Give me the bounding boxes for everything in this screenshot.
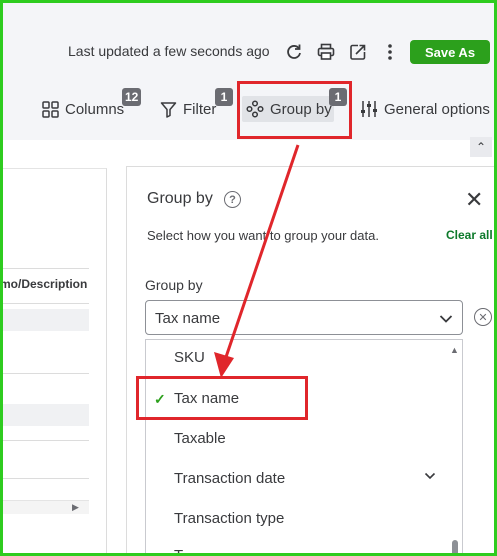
table-divider (3, 268, 89, 269)
panel-title: Group by (147, 190, 213, 207)
table-divider (3, 303, 89, 304)
collapse-chevron-up-icon[interactable]: ⌃ (470, 137, 492, 157)
print-icon[interactable] (315, 41, 337, 63)
table-row (3, 309, 89, 331)
option-partial[interactable]: T (174, 547, 183, 556)
group-by-field-label: Group by (145, 277, 203, 293)
refresh-icon[interactable] (283, 41, 305, 63)
group-by-highlight-box (237, 81, 352, 139)
filter-icon (160, 101, 177, 118)
clear-selection-icon[interactable]: ✕ (474, 308, 492, 326)
option-transaction-date[interactable]: Transaction date (174, 470, 285, 487)
table-divider (3, 440, 89, 441)
clear-all-link[interactable]: Clear all (446, 228, 493, 242)
table-divider (3, 373, 89, 374)
sliders-icon (361, 101, 377, 117)
tax-name-highlight-box (136, 376, 308, 420)
table-column-header[interactable]: mo/Description (0, 277, 90, 291)
grid-icon (42, 100, 59, 118)
export-icon[interactable] (347, 41, 369, 63)
help-icon[interactable]: ? (224, 191, 241, 208)
columns-count-badge: 12 (122, 88, 142, 106)
option-sku[interactable]: SKU (174, 349, 205, 366)
filter-button[interactable]: Filter (160, 96, 216, 122)
panel-description: Select how you want to group your data. (147, 228, 379, 243)
scroll-right-icon[interactable]: ▶ (72, 502, 79, 513)
report-table-area (3, 168, 107, 556)
save-as-button[interactable]: Save As (410, 40, 490, 64)
group-by-selected-value: Tax name (155, 310, 221, 327)
filter-label: Filter (183, 100, 217, 118)
columns-label: Columns (65, 100, 125, 118)
general-options-button[interactable]: General options (360, 96, 490, 122)
close-icon[interactable]: ✕ (465, 187, 483, 213)
last-updated-text: Last updated a few seconds ago (68, 43, 270, 59)
expand-chevron-down-icon[interactable] (424, 470, 436, 485)
filter-count-badge: 1 (215, 88, 233, 106)
chevron-down-icon (439, 307, 453, 331)
table-row (3, 404, 89, 426)
columns-button[interactable]: Columns (42, 96, 124, 122)
general-options-label: General options (384, 100, 490, 118)
dropdown-scrollbar-thumb[interactable] (452, 540, 458, 556)
more-icon[interactable] (379, 41, 401, 63)
table-divider (3, 478, 89, 479)
option-transaction-type[interactable]: Transaction type (174, 510, 284, 527)
option-taxable[interactable]: Taxable (174, 430, 226, 447)
scroll-up-icon[interactable]: ▲ (450, 345, 459, 355)
group-by-select[interactable]: Tax name (145, 300, 463, 335)
